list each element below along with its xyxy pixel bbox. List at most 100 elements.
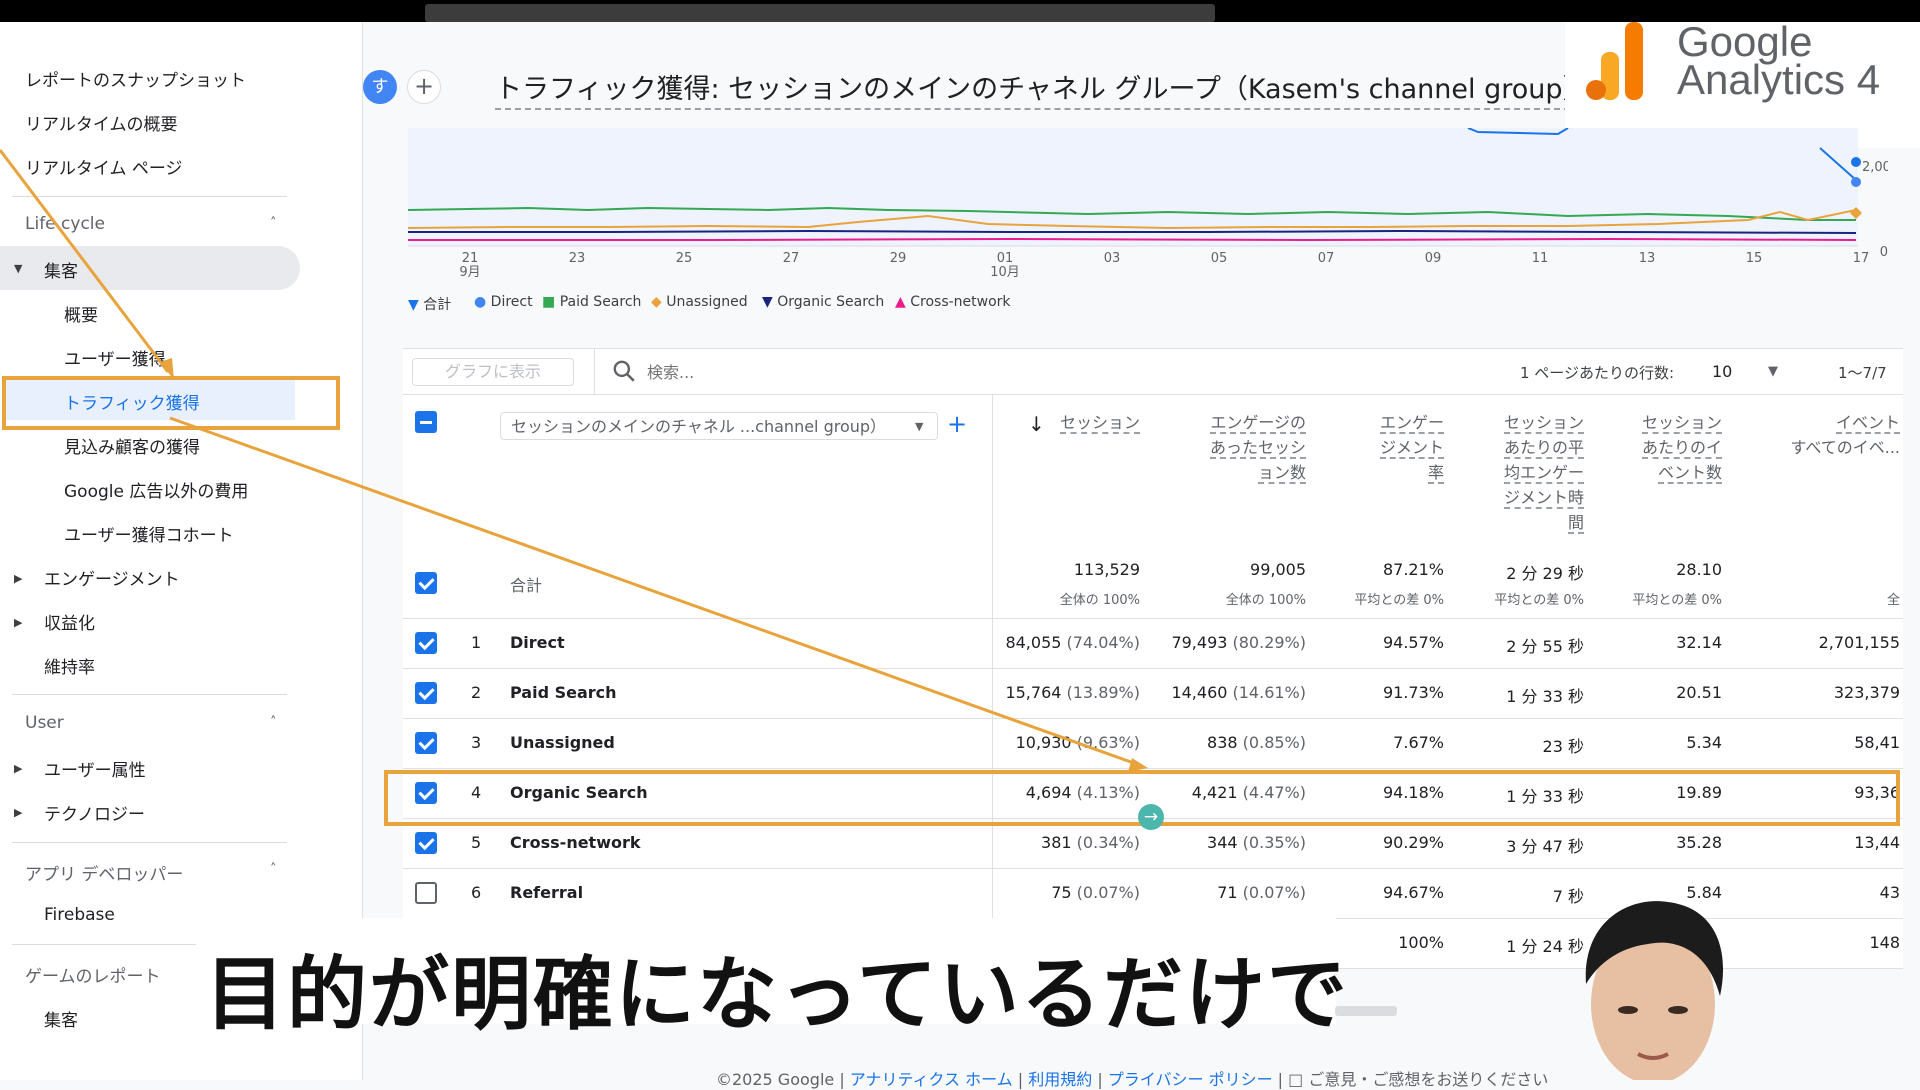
select-all-checkbox[interactable] [415,411,437,433]
section-game-reports[interactable]: ゲームのレポート [25,962,161,987]
section-user[interactable]: User [25,713,64,733]
caret-right-icon[interactable]: ▶ [14,806,22,819]
presenter-video-avatar [1585,901,1724,1080]
dimension-column-divider [992,394,993,920]
nav-monetization[interactable]: 収益化 [44,609,95,634]
col-label: セッション [1503,413,1584,434]
nav-engagement[interactable]: エンゲージメント [44,565,180,590]
row-value: 94.67% [1382,883,1444,902]
col-avg-engagement-time[interactable]: セッション あたりの平 均エンゲー ジメント時間 [1470,410,1584,535]
row-checkbox[interactable] [415,632,437,654]
row-value: 5.34 [1686,733,1722,752]
row-checkbox[interactable] [415,732,437,754]
nav-technology[interactable]: テクノロジー [44,800,145,825]
row-value: 90.29% [1382,833,1444,852]
caret-down-icon[interactable]: ▼ [14,262,22,275]
row-value: 1 分 33 秒 [1506,687,1584,706]
section-app-developer[interactable]: アプリ デベロッパー [25,860,183,885]
series-organic-search-line [408,229,1857,234]
caret-right-icon[interactable]: ▶ [14,616,22,629]
legend-direct[interactable]: ● Direct [474,294,533,310]
dropdown-caret-icon[interactable]: ▼ [1768,364,1778,379]
col-engagement-rate[interactable]: エンゲー ジメント率 [1336,410,1444,485]
video-caption: 目的が明確になっているだけで [205,948,1349,1041]
triangle-down-icon: ▼ [762,294,773,310]
legend-label: 合計 [423,297,452,313]
col-events-per-session[interactable]: セッション あたりのイ ベント数 [1606,410,1722,485]
search-icon[interactable] [611,358,637,384]
row-percent: (74.04%) [1061,633,1141,652]
total-label: 合計 [510,576,543,595]
x-tick-label: 21 [462,251,479,266]
triangle-up-icon: ▲ [895,294,906,310]
square-icon: ■ [542,294,556,310]
col-engaged-sessions[interactable]: エンゲージの あったセッシ ョン数 [1160,410,1306,485]
footer: ©2025 Google | アナリティクス ホーム | 利用規約 | プライバ… [716,1070,1549,1089]
nav-acquisition[interactable]: 集客 [44,257,78,282]
y-tick-2000: 2,000 [1862,160,1888,175]
col-label: セッション [1059,413,1140,434]
total-engaged-sessions: 99,005 [1250,560,1306,579]
nav-acquisition-cohort[interactable]: ユーザー獲得コホート [64,521,234,546]
dropdown-caret-icon[interactable]: ▼ [915,420,923,433]
rows-per-page-label: 1 ページあたりの行数: [1520,364,1675,382]
row-value: 2 分 55 秒 [1506,637,1584,656]
row-checkbox[interactable] [415,682,437,704]
legend-organic-search[interactable]: ▼ Organic Search [762,294,884,310]
row-rank: 6 [471,883,482,902]
nav-lead-acquisition[interactable]: 見込み顧客の獲得 [64,433,200,458]
nav-demographics[interactable]: ユーザー属性 [44,756,146,781]
y-tick-0: 0 [1880,245,1888,260]
legend-paid-search[interactable]: ■ Paid Search [542,294,641,310]
rows-per-page-select[interactable]: 10 [1712,362,1732,381]
nav-user-acquisition[interactable]: ユーザー獲得 [64,345,166,370]
legend-total[interactable]: ▼ 合計 [408,294,451,314]
add-dimension-icon[interactable]: + [947,410,967,438]
section-lifecycle[interactable]: Life cycle [25,214,105,234]
caret-right-icon[interactable]: ▶ [14,572,22,585]
nav-acq-overview[interactable]: 概要 [64,301,98,326]
nav-report-snapshot[interactable]: レポートのスナップショット [25,66,246,91]
x-month-label: 9月 [459,265,480,280]
x-tick-label: 13 [1639,251,1656,266]
x-tick-label: 09 [1425,251,1442,266]
row-checkbox[interactable] [415,882,437,904]
row-channel-name[interactable]: Cross-network [510,833,641,852]
row-channel-name[interactable]: Paid Search [510,683,617,702]
toolbar-bottom-border [403,394,1903,395]
nav-game-acquisition[interactable]: 集客 [44,1006,78,1031]
legend-cross-network[interactable]: ▲ Cross-network [895,294,1011,310]
total-row-checkbox[interactable] [415,572,437,594]
nav-firebase[interactable]: Firebase [44,905,115,925]
row-value: 43 [1879,883,1900,902]
logo-bar-tall [1625,22,1643,100]
x-axis-ticks: 219月 23 25 27 29 0110月 03 05 07 09 11 13 15 17 [459,251,1869,280]
avatar[interactable]: す [363,70,397,104]
col-event-count[interactable]: イベント すべてのイベ... [1740,410,1900,460]
col-sessions[interactable]: セッション [1040,410,1140,435]
dimension-selector[interactable]: セッションのメインのチャネル ...channel group） [500,412,938,440]
nav-realtime-overview[interactable]: リアルタイムの概要 [25,110,178,135]
plot-rows-button[interactable]: グラフに表示 [412,358,574,386]
nav-retention[interactable]: 維持率 [44,653,95,678]
horizontal-scrollbar[interactable] [1335,1006,1397,1016]
nav-realtime-pages[interactable]: リアルタイム ページ [25,154,183,179]
sidebar-divider [12,196,287,197]
legend-unassigned[interactable]: ◆ Unassigned [651,294,748,310]
chevron-up-icon[interactable]: ˄ [270,862,277,877]
row-checkbox[interactable] [415,832,437,854]
row-value: 14,460 (14.61%) [1171,683,1306,702]
total-engagement-rate: 87.21% [1382,560,1444,579]
chevron-up-icon[interactable]: ˄ [270,715,277,730]
search-input[interactable] [645,358,949,386]
col-label: エンゲー [1379,413,1444,434]
row-channel-name[interactable]: Unassigned [510,733,615,752]
nav-non-google-cost[interactable]: Google 広告以外の費用 [64,477,248,502]
add-comparison-button[interactable]: + [407,70,441,104]
col-label: あたりの平 [1503,438,1584,459]
row-channel-name[interactable]: Referral [510,883,583,902]
row-channel-name[interactable]: Direct [510,633,565,652]
row-value: 3 分 47 秒 [1506,837,1584,856]
chevron-up-icon[interactable]: ˄ [270,216,277,231]
caret-right-icon[interactable]: ▶ [14,762,22,775]
